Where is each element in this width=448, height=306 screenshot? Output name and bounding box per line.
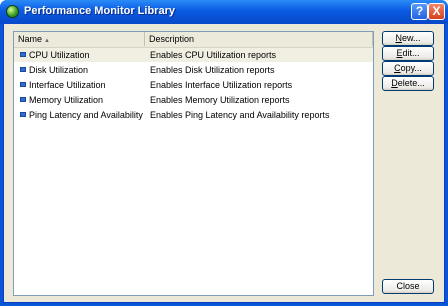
monitor-item-icon — [20, 97, 26, 102]
window-title: Performance Monitor Library — [24, 5, 175, 17]
column-header-name[interactable]: Name ▲ — [14, 32, 145, 46]
close-button[interactable]: Close — [382, 279, 434, 294]
sort-ascending-icon: ▲ — [44, 38, 50, 44]
column-header-description[interactable]: Description — [145, 32, 373, 46]
copy-button-label: opy... — [400, 63, 422, 73]
list-item[interactable]: Interface Utilization Enables Interface … — [14, 78, 373, 92]
monitor-list[interactable]: Name ▲ Description CPU Utilization Enable… — [13, 31, 374, 296]
edit-button-label: dit... — [402, 48, 420, 58]
delete-button[interactable]: Delete... — [382, 76, 434, 91]
app-globe-icon — [6, 5, 19, 18]
monitor-item-icon — [20, 82, 26, 87]
item-name: CPU Utilization — [29, 50, 90, 60]
list-item[interactable]: CPU Utilization Enables CPU Utilization … — [14, 48, 373, 62]
list-item[interactable]: Ping Latency and Availability Enables Pi… — [14, 108, 373, 122]
column-header-name-label: Name — [18, 34, 43, 44]
item-name: Interface Utilization — [29, 80, 106, 90]
item-description: Enables CPU Utilization reports — [150, 50, 277, 60]
item-name: Memory Utilization — [29, 95, 104, 105]
title-bar[interactable]: Performance Monitor Library ? X — [0, 0, 448, 24]
dialog-window: Performance Monitor Library ? X Name ▲ De… — [0, 0, 448, 306]
monitor-item-icon — [20, 112, 26, 117]
delete-button-label: elete... — [397, 78, 425, 88]
item-description: Enables Disk Utilization reports — [150, 65, 275, 75]
list-header: Name ▲ Description — [14, 32, 373, 48]
new-button-label: ew... — [401, 33, 421, 43]
list-item[interactable]: Memory Utilization Enables Memory Utiliz… — [14, 93, 373, 107]
item-name: Ping Latency and Availability — [29, 110, 143, 120]
help-button[interactable]: ? — [411, 3, 428, 20]
close-window-button[interactable]: X — [428, 3, 445, 20]
item-description: Enables Memory Utilization reports — [150, 95, 290, 105]
copy-button[interactable]: Copy... — [382, 61, 434, 76]
item-name: Disk Utilization — [29, 65, 89, 75]
item-description: Enables Ping Latency and Availability re… — [150, 110, 330, 120]
list-item[interactable]: Disk Utilization Enables Disk Utilizatio… — [14, 63, 373, 77]
monitor-item-icon — [20, 52, 26, 57]
dialog-client-area: Name ▲ Description CPU Utilization Enable… — [3, 24, 445, 303]
new-button[interactable]: New... — [382, 31, 434, 46]
item-description: Enables Interface Utilization reports — [150, 80, 293, 90]
monitor-item-icon — [20, 67, 26, 72]
edit-button[interactable]: Edit... — [382, 46, 434, 61]
